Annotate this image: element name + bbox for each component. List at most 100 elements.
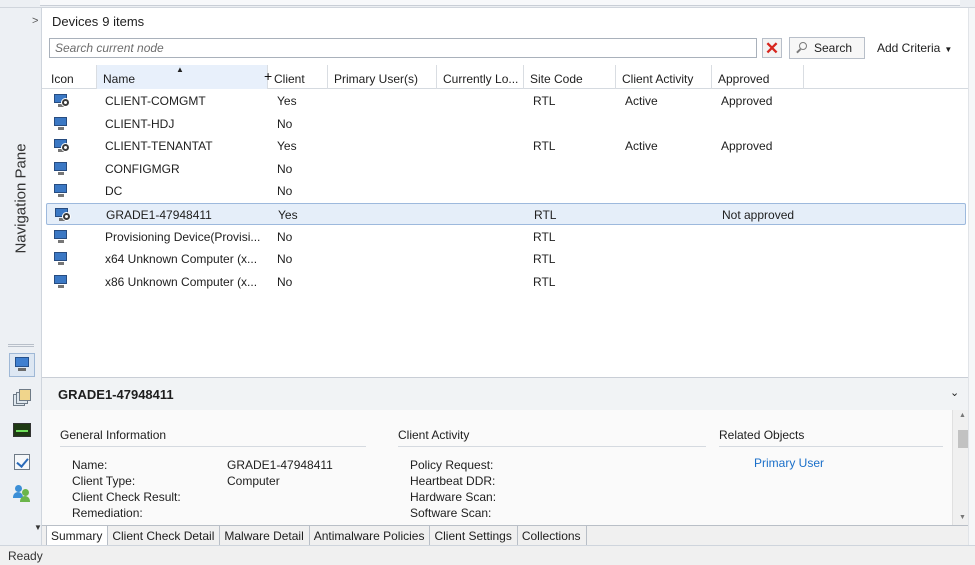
cell-name: x64 Unknown Computer (x... [105,252,258,267]
cell-client: Yes [278,208,298,222]
window-top-strip [0,0,975,8]
navigation-pane[interactable]: Navigation Pane ▼ [0,8,42,545]
navigation-pane-splitter[interactable] [8,344,34,347]
section-client-activity: Client Activity [398,428,706,447]
column-header-currently-logged-on[interactable]: Currently Lo... [437,65,524,89]
activity-policy-request: Policy Request: [410,458,494,472]
section-related-objects: Related Objects [719,428,943,447]
computer-icon [53,161,71,177]
resize-cursor-icon: + [264,68,273,84]
add-criteria-button[interactable]: Add Criteria ▼ [877,41,952,55]
search-button-label: Search [814,41,853,55]
column-header-icon[interactable]: Icon [45,65,97,89]
details-tabs: Summary Client Check Detail Malware Deta… [42,525,975,545]
window-right-edge [968,8,975,545]
cell-client: No [277,161,293,176]
cell-site-code: RTL [533,139,556,154]
navigation-pane-label[interactable]: Navigation Pane [2,128,40,268]
breadcrumb: > Devices 9 items [32,8,975,34]
collapse-details-chevron-icon[interactable]: ⌄ [950,386,959,399]
managed-computer-icon [54,207,72,223]
cell-client: No [277,229,293,244]
general-key-name: Name: [72,458,108,472]
general-value-name: GRADE1-47948411 [227,458,333,472]
table-row[interactable]: CONFIGMGR No [46,158,966,180]
cell-name: CLIENT-HDJ [105,116,175,131]
tab-client-check-detail[interactable]: Client Check Detail [108,526,221,545]
computer-icon [53,116,71,132]
cell-client: Yes [277,139,297,154]
cell-site-code: RTL [533,274,556,289]
table-row[interactable]: Provisioning Device(Provisi... No RTL [46,226,966,248]
cell-name: CONFIGMGR [105,161,180,176]
tab-client-settings[interactable]: Client Settings [430,526,518,545]
navigation-scroll-down-icon[interactable]: ▼ [34,523,42,532]
cell-client: No [277,116,293,131]
tab-malware-detail[interactable]: Malware Detail [220,526,310,545]
search-icon [796,42,808,54]
column-header-approved[interactable]: Approved [712,65,804,89]
details-header: GRADE1-47948411 ⌄ [42,378,975,410]
cell-approved: Not approved [722,208,795,222]
chevron-down-icon: ▼ [944,45,953,54]
cell-site-code: RTL [533,229,556,244]
managed-computer-icon [53,93,71,109]
computer-icon [53,229,71,245]
column-header-client-activity[interactable]: Client Activity [616,65,712,89]
cell-client: No [277,184,293,199]
cell-name: GRADE1-47948411 [106,208,212,222]
details-title: GRADE1-47948411 [58,387,174,402]
tab-collections[interactable]: Collections [517,526,587,545]
cell-name: CLIENT-TENANTAT [105,139,213,154]
cell-name: DC [105,184,123,199]
tab-antimalware-policies[interactable]: Antimalware Policies [309,526,431,545]
activity-hardware-scan: Hardware Scan: [410,490,497,504]
monitoring-icon[interactable] [9,418,35,442]
managed-computer-icon [53,138,71,154]
column-header-primary-users[interactable]: Primary User(s) [328,65,437,89]
primary-user-link[interactable]: Primary User [754,456,824,470]
computer-icon [53,251,71,267]
general-key-remediation: Remediation: [72,506,143,520]
cell-approved: Approved [721,139,773,154]
breadcrumb-chevron-icon[interactable]: > [32,15,44,27]
activity-heartbeat-ddr: Heartbeat DDR: [410,474,496,488]
table-row[interactable]: DC No [46,180,966,202]
cell-approved: Approved [721,94,773,108]
community-icon[interactable] [9,482,35,506]
general-value-client-type: Computer [227,474,280,488]
add-criteria-label: Add Criteria [877,41,941,55]
activity-software-scan: Software Scan: [410,506,492,520]
table-row[interactable]: CLIENT-HDJ No [46,113,966,135]
table-row[interactable]: CLIENT-TENANTAT Yes RTL Active Approved [46,135,966,157]
details-body: General Information Client Activity Rela… [42,410,952,526]
page-title: Devices [52,13,99,29]
tab-summary[interactable]: Summary [46,526,109,545]
sort-ascending-icon: ▲ [176,65,184,74]
cell-client-activity: Active [625,139,658,154]
scroll-thumb[interactable] [958,430,968,448]
clear-search-button[interactable]: ✕ [762,38,782,58]
assets-icon[interactable] [9,353,35,377]
search-input[interactable]: Search current node [49,38,757,58]
search-button[interactable]: Search [789,37,865,59]
table-row[interactable]: x64 Unknown Computer (x... No RTL [46,248,966,270]
status-bar: Ready [0,545,975,565]
column-header-client[interactable]: Client [268,65,328,89]
column-header-site-code[interactable]: Site Code [524,65,616,89]
cell-site-code: RTL [533,94,556,108]
computer-icon [53,183,71,199]
cell-client: Yes [277,94,297,108]
cell-client: No [277,274,293,289]
table-row[interactable]: x86 Unknown Computer (x... No RTL [46,271,966,293]
administration-icon[interactable] [9,450,35,474]
cell-site-code: RTL [533,252,556,267]
scroll-down-icon[interactable]: ▼ [959,514,966,521]
software-library-icon[interactable] [9,386,35,410]
scroll-up-icon[interactable]: ▲ [959,412,966,419]
cell-name: CLIENT-COMGMT [105,94,206,108]
table-row[interactable]: GRADE1-47948411 Yes RTL Not approved [46,203,966,225]
search-bar: Search current node ✕ Search Add Criteri… [42,34,975,64]
table-row[interactable]: CLIENT-COMGMT Yes RTL Active Approved [46,90,966,112]
cell-site-code: RTL [534,208,557,222]
